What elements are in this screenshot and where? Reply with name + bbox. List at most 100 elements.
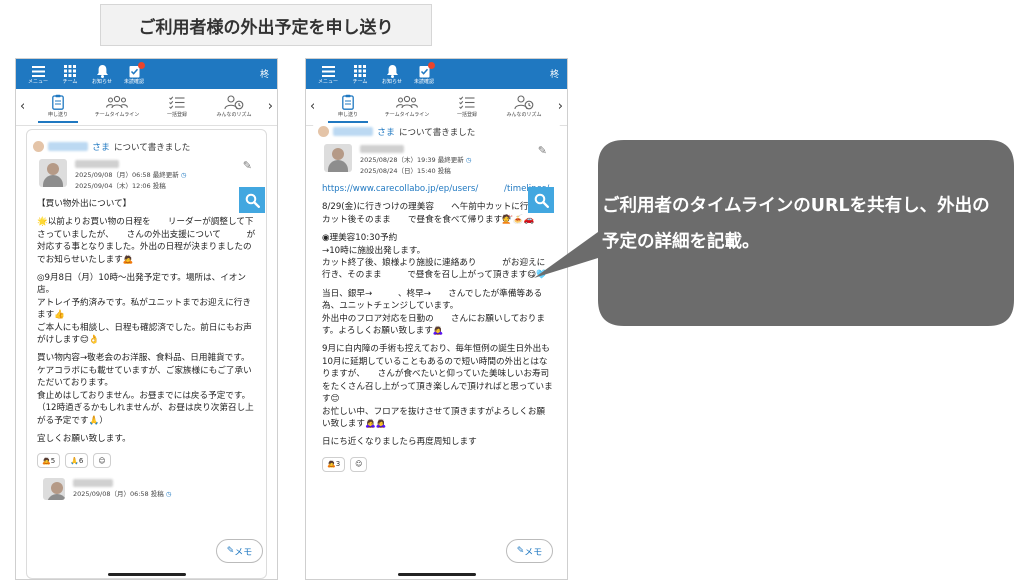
user-initial[interactable]: 柊 [550, 67, 559, 80]
notifications-label: お知らせ [382, 79, 402, 85]
post-paragraph: 宜しくお願い致します。 [37, 433, 131, 444]
post-body: 【買い物外出について】 🌟以前よりお買い物の日程を リーダーが調整して下さってい… [27, 192, 266, 445]
tab-everyone-rhythm-label: みんなのリズム [216, 112, 252, 118]
post-paragraph: ◎9月8日（月）10時〜出発予定です。場所は、イオン 店。 アトレイ予約済みです… [37, 273, 252, 346]
bell-icon [386, 63, 398, 79]
tab-everyone-rhythm[interactable]: みんなのリズム [496, 92, 552, 119]
tab-everyone-rhythm-label: みんなのリズム [506, 112, 542, 118]
resident-avatar [318, 126, 329, 137]
pencil-icon: ✎ [516, 546, 525, 556]
team-button[interactable]: チーム [54, 63, 86, 85]
post-header: 2025/08/28（木）19:39 最終更新 ◷ 2025/08/24（日）1… [312, 138, 561, 177]
callout-text: ご利用者のタイムラインのURLを共有し、外出の予定の詳細を記載。 [602, 196, 990, 252]
section-heading-text: ご利用者様の外出予定を申し送り [138, 17, 394, 38]
edit-pencil-icon[interactable]: ✎ [243, 159, 252, 172]
handover-post-card: さま について書きました 2025/09/08（月）06:58 最終更新 ◷ 2… [26, 129, 267, 579]
unread-badge [428, 62, 435, 69]
post-meta: 2025/09/08（月）06:58 最終更新 ◷ 2025/09/04（木）1… [75, 159, 187, 192]
post-about-row: さま について書きました [27, 130, 266, 153]
menu-button[interactable]: メニュー [312, 63, 344, 85]
tab-team-timeline[interactable]: チームタイムライン [379, 92, 435, 119]
resident-honorific[interactable]: さま [377, 125, 395, 138]
last-updated: 2025/08/28（木）19:39 最終更新 [360, 156, 464, 164]
author-name-blurred [75, 160, 119, 168]
unread-check-button[interactable]: 未読確認 [408, 62, 440, 85]
tab-handover-label: 申し送り [47, 112, 68, 118]
memo-button[interactable]: ✎ メモ [216, 539, 263, 563]
tab-bar: ‹ 申し送り チームタイムライン 一括登録 みんなのリズム › [16, 89, 277, 126]
resident-name-blurred [48, 142, 88, 151]
search-button[interactable] [528, 187, 554, 213]
tab-bulk-register-label: 一括登録 [166, 112, 187, 118]
chevron-left-icon[interactable]: ‹ [310, 99, 315, 114]
top-nav-bar: メニュー チーム お知らせ 未読確認 柊 [16, 59, 277, 89]
timeline-url-link[interactable]: https://www.carecollabo.jp/ep/users/ /ti… [322, 183, 553, 195]
home-indicator [107, 573, 186, 576]
posted-at: 2025/09/04（木）12:06 投稿 [75, 182, 166, 190]
chevron-right-icon[interactable]: › [268, 99, 273, 114]
resident-avatar [33, 141, 44, 152]
resident-honorific[interactable]: さま [92, 140, 110, 153]
post-paragraph: 買い物内容→敬老会のお洋服、食料品、日用雑貨です。ケアコラボにも載せていますが、… [37, 353, 254, 426]
posted-at: 2025/08/24（日）15:40 投稿 [360, 167, 451, 175]
menu-icon [31, 63, 45, 79]
next-posted-at: 2025/09/08（月）06:58 投稿 [73, 490, 164, 499]
grid-icon [354, 63, 366, 79]
reaction-pray[interactable]: 🙏6 [65, 453, 89, 469]
author-avatar [39, 159, 67, 187]
tab-everyone-rhythm[interactable]: みんなのリズム [206, 92, 262, 119]
menu-label: メニュー [317, 79, 338, 85]
reaction-bow[interactable]: 🙇3 [322, 456, 346, 472]
clock-icon: ◷ [465, 156, 472, 164]
chevron-right-icon[interactable]: › [558, 99, 563, 114]
team-button[interactable]: チーム [344, 63, 376, 85]
checklist-icon [459, 92, 475, 112]
bell-icon [96, 63, 108, 79]
user-initial[interactable]: 柊 [260, 67, 269, 80]
home-indicator [397, 573, 476, 576]
search-button[interactable] [239, 187, 265, 213]
menu-button[interactable]: メニュー [22, 63, 54, 85]
people-rhythm-icon [224, 92, 244, 112]
reaction-row: 🙇5 🙏6 ☺ [27, 451, 266, 469]
clock-icon: ◷ [180, 171, 187, 179]
post-paragraph: 🌟以前よりお買い物の日程を リーダーが調整して下さっていましたが、 さんの外出支… [37, 217, 256, 265]
tab-bulk-register[interactable]: 一括登録 [149, 92, 205, 119]
about-text: について書きました [114, 142, 191, 153]
phone-screen-left: メニュー チーム お知らせ 未読確認 柊 ‹ 申し送り チームタイムライン 一括… [15, 58, 278, 580]
people-rhythm-icon [514, 92, 534, 112]
reaction-row: 🙇3 ☺ [312, 455, 561, 472]
post-paragraph: 8/29(金)に行きつけの理美容 へ午前中カットに行き、カット後そのまま で昼食… [322, 202, 546, 225]
post-meta: 2025/08/28（木）19:39 最終更新 ◷ 2025/08/24（日）1… [360, 144, 472, 177]
top-nav-bar: メニュー チーム お知らせ 未読確認 柊 [306, 59, 567, 89]
tab-handover[interactable]: 申し送り [30, 92, 86, 123]
menu-label: メニュー [27, 79, 48, 85]
team-label: チーム [352, 79, 368, 85]
reaction-add[interactable]: ☺ [93, 453, 111, 469]
handover-post-card: さま について書きました 2025/08/28（木）19:39 最終更新 ◷ 2… [312, 123, 561, 579]
author-avatar [324, 144, 352, 172]
memo-label: メモ [524, 547, 543, 558]
tab-handover[interactable]: 申し送り [320, 92, 376, 123]
notifications-button[interactable]: お知らせ [376, 63, 408, 85]
memo-button[interactable]: ✎ メモ [506, 539, 553, 563]
reaction-add[interactable]: ☺ [350, 456, 368, 472]
chevron-left-icon[interactable]: ‹ [20, 99, 25, 114]
team-icon [396, 92, 418, 112]
resident-name-blurred [333, 127, 373, 136]
tab-team-timeline-label: チームタイムライン [94, 112, 140, 118]
tab-handover-label: 申し送り [337, 112, 358, 118]
unread-check-label: 未読確認 [123, 79, 144, 85]
notifications-button[interactable]: お知らせ [86, 63, 118, 85]
tab-team-timeline[interactable]: チームタイムライン [89, 92, 145, 119]
next-author-name-blurred [73, 479, 113, 488]
tab-bulk-register[interactable]: 一括登録 [439, 92, 495, 119]
next-post-meta: 2025/09/08（月）06:58 投稿 ◷ [73, 478, 172, 500]
reaction-bow[interactable]: 🙇5 [37, 453, 61, 469]
post-header: 2025/09/08（月）06:58 最終更新 ◷ 2025/09/04（木）1… [27, 153, 266, 192]
grid-icon [64, 63, 76, 79]
checklist-icon [169, 92, 185, 112]
menu-icon [321, 63, 335, 79]
post-body: https://www.carecollabo.jp/ep/users/ /ti… [312, 177, 561, 449]
unread-check-button[interactable]: 未読確認 [118, 62, 150, 85]
